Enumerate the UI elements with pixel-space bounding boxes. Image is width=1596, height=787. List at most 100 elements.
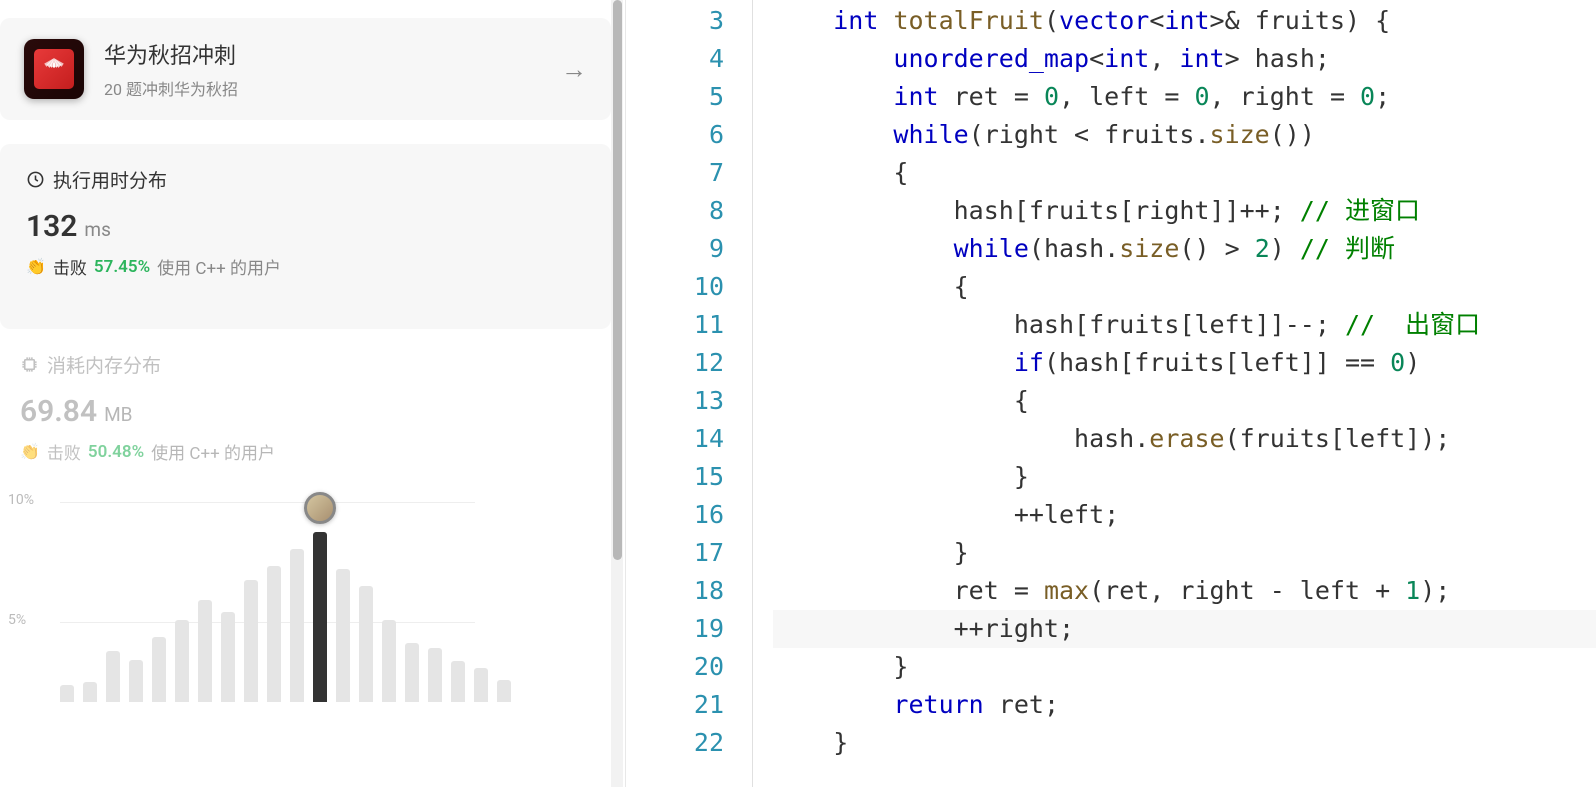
code-content[interactable]: int totalFruit(vector<int>& fruits) { un… [753,0,1596,787]
chart-bar[interactable] [83,682,97,702]
code-line[interactable]: hash[fruits[right]]++; // 进窗口 [773,192,1596,230]
code-line[interactable]: int totalFruit(vector<int>& fruits) { [773,2,1596,40]
line-number: 4 [641,40,724,78]
promo-card[interactable]: 华为秋招冲刺 20 题冲刺华为秋招 → [0,18,611,120]
promo-subtitle: 20 题冲刺华为秋招 [104,76,541,100]
code-editor[interactable]: 345678910111213141516171819202122 int to… [641,0,1596,787]
line-number: 15 [641,458,724,496]
code-line[interactable]: hash.erase(fruits[left]); [773,420,1596,458]
chart-ylabel-5: 5% [8,612,26,628]
code-line[interactable]: unordered_map<int, int> hash; [773,40,1596,78]
code-line[interactable]: return ret; [773,686,1596,724]
chart-bar[interactable] [497,680,511,702]
clap-icon: 👏 [26,257,46,276]
chart-bar[interactable] [175,620,189,702]
memory-value: 69.84 MB [20,394,599,429]
chart-bar[interactable] [359,586,373,702]
beat-label: 击败 [47,439,81,464]
chart-bar[interactable] [336,569,350,702]
chart-bar[interactable] [106,651,120,702]
line-number: 14 [641,420,724,458]
runtime-stats-card[interactable]: 执行用时分布 132 ms 👏 击败 57.45% 使用 C++ 的用户 [0,144,611,329]
promo-text: 华为秋招冲刺 20 题冲刺华为秋招 [104,38,541,100]
line-number: 10 [641,268,724,306]
beat-label: 击败 [53,254,87,279]
line-number: 5 [641,78,724,116]
code-line[interactable]: int ret = 0, left = 0, right = 0; [773,78,1596,116]
line-number: 16 [641,496,724,534]
chart-bar[interactable] [60,685,74,702]
runtime-header: 执行用时分布 [26,166,585,193]
code-line[interactable]: hash[fruits[left]]--; // 出窗口 [773,306,1596,344]
line-number: 18 [641,572,724,610]
memory-beat: 👏 击败 50.48% 使用 C++ 的用户 [20,439,599,464]
code-line[interactable]: ++right; [773,610,1596,648]
code-line[interactable]: { [773,154,1596,192]
line-number-gutter: 345678910111213141516171819202122 [641,0,753,787]
line-number: 20 [641,648,724,686]
arrow-right-icon: → [561,54,587,85]
chart-bar[interactable] [198,600,212,702]
chart-ylabel-10: 10% [8,492,34,508]
chart-bar[interactable] [152,637,166,702]
line-number: 21 [641,686,724,724]
line-number: 13 [641,382,724,420]
chart-bars [60,532,511,702]
line-number: 9 [641,230,724,268]
memory-header-text: 消耗内存分布 [47,351,161,378]
runtime-unit: ms [84,218,110,241]
code-line[interactable]: } [773,534,1596,572]
chart-bar[interactable] [244,580,258,702]
chart-bar[interactable] [474,668,488,702]
chart-bar[interactable] [428,648,442,702]
code-line[interactable]: ret = max(ret, right - left + 1); [773,572,1596,610]
code-line[interactable]: ++left; [773,496,1596,534]
memory-header: 消耗内存分布 [20,351,599,378]
code-line[interactable]: while(hash.size() > 2) // 判断 [773,230,1596,268]
clock-icon [26,170,45,189]
memory-num: 69.84 [20,394,97,429]
chart-bar[interactable] [313,532,327,702]
code-line[interactable]: { [773,382,1596,420]
promo-title: 华为秋招冲刺 [104,38,541,70]
beat-pct: 57.45% [94,257,150,277]
runtime-num: 132 [26,209,77,244]
chart-bar[interactable] [129,660,143,703]
runtime-distribution-chart[interactable]: 10% 5% [0,492,625,702]
line-number: 8 [641,192,724,230]
scrollbar-track[interactable] [611,0,623,787]
line-number: 3 [641,2,724,40]
chart-bar[interactable] [451,661,465,702]
chart-bar[interactable] [382,620,396,702]
code-line[interactable]: while(right < fruits.size()) [773,116,1596,154]
runtime-header-text: 执行用时分布 [53,166,167,193]
beat-rest: 使用 C++ 的用户 [151,439,275,464]
runtime-beat: 👏 击败 57.45% 使用 C++ 的用户 [26,254,585,279]
code-line[interactable]: } [773,648,1596,686]
line-number: 12 [641,344,724,382]
chart-bar[interactable] [267,566,281,702]
scrollbar-thumb[interactable] [613,0,622,560]
line-number: 11 [641,306,724,344]
left-panel: 华为秋招冲刺 20 题冲刺华为秋招 → 执行用时分布 132 ms 👏 击败 5… [0,0,625,787]
memory-stats-block: 消耗内存分布 69.84 MB 👏 击败 50.48% 使用 C++ 的用户 [0,351,625,464]
clap-icon: 👏 [20,442,40,461]
code-line[interactable]: { [773,268,1596,306]
beat-pct: 50.48% [88,442,144,462]
huawei-logo [24,39,84,99]
line-number: 17 [641,534,724,572]
line-number: 7 [641,154,724,192]
panel-divider[interactable] [625,0,641,787]
memory-unit: MB [104,403,132,426]
beat-rest: 使用 C++ 的用户 [157,254,281,279]
memory-icon [20,355,39,374]
code-line[interactable]: } [773,724,1596,762]
chart-bar[interactable] [405,643,419,703]
user-avatar-marker[interactable] [304,492,336,524]
chart-bar[interactable] [290,549,304,702]
line-number: 6 [641,116,724,154]
chart-bar[interactable] [221,612,235,702]
code-line[interactable]: if(hash[fruits[left]] == 0) [773,344,1596,382]
runtime-value: 132 ms [26,209,585,244]
code-line[interactable]: } [773,458,1596,496]
